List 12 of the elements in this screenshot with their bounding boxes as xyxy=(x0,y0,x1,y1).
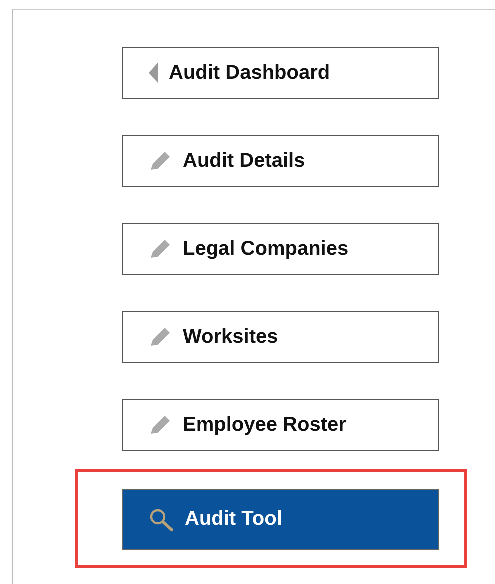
nav-button[interactable]: Employee Roster xyxy=(122,399,439,451)
nav-button[interactable]: Legal Companies xyxy=(122,223,439,275)
nav-button[interactable]: Audit Tool xyxy=(122,489,439,550)
pencil-icon xyxy=(149,238,173,260)
pencil-icon xyxy=(149,326,173,348)
pencil-icon xyxy=(149,150,173,172)
nav-button[interactable]: Worksites xyxy=(122,311,439,363)
search-icon xyxy=(149,508,175,532)
pencil-icon xyxy=(149,414,173,436)
nav-button[interactable]: Audit Details xyxy=(122,135,439,187)
nav-button[interactable]: Audit Dashboard xyxy=(122,47,439,99)
caret-left-icon xyxy=(149,63,159,83)
